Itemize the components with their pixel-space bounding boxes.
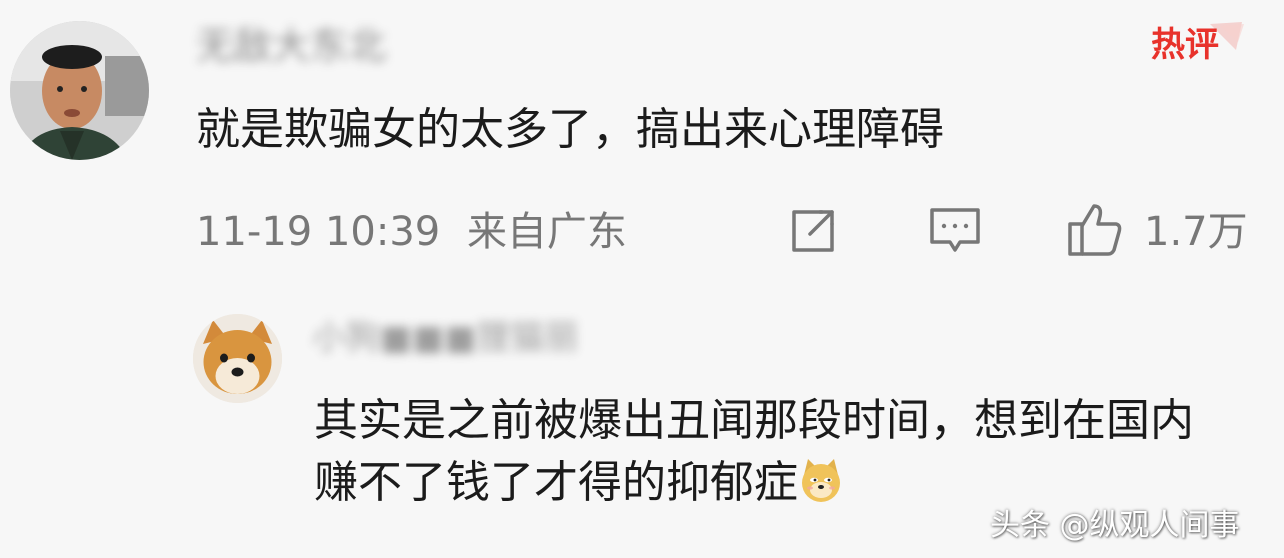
reply-text-body: 其实是之前被爆出丑闻那段时间，想到在国内赚不了钱了才得的抑郁症 xyxy=(314,395,1194,508)
reply-icon[interactable] xyxy=(928,206,982,256)
comment-date: 11-19 10:39 xyxy=(196,209,441,255)
reply-username[interactable]: 小狗■■■狸猫丽 xyxy=(312,316,578,360)
comment-location: 来自广东 xyxy=(466,209,627,255)
commenter-avatar[interactable] xyxy=(10,21,149,160)
comment-meta: 11-19 10:39 来自广东 xyxy=(196,204,627,260)
reply-text: 其实是之前被爆出丑闻那段时间，想到在国内赚不了钱了才得的抑郁症 xyxy=(314,390,1234,514)
watermark: 头条 @纵观人间事 xyxy=(990,508,1240,543)
comment-text: 就是欺骗女的太多了，搞出来心理障碍 xyxy=(196,104,944,155)
commenter-username[interactable]: 无敌大东北 xyxy=(196,22,386,70)
hot-comment-label: 热评 xyxy=(1151,25,1219,65)
share-icon[interactable] xyxy=(788,206,838,256)
reply-avatar[interactable] xyxy=(193,314,282,403)
like-count: 1.7万 xyxy=(1144,209,1248,255)
doge-emoji-icon xyxy=(798,457,844,503)
thumbs-up-icon[interactable] xyxy=(1066,200,1124,258)
